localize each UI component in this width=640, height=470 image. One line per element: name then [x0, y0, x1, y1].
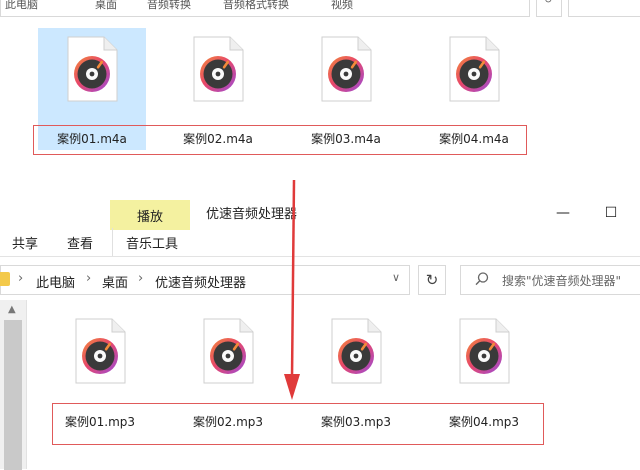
- file-item[interactable]: 案例01.mp3: [52, 312, 148, 429]
- minimize-icon: —: [556, 205, 570, 221]
- mp3-files-highlight-box: [52, 403, 544, 445]
- maximize-button[interactable]: ☐: [598, 202, 624, 224]
- music-disc-file-icon: [192, 36, 244, 102]
- top-address-bar[interactable]: 此电脑 桌面 音频转换 音频格式转换 视频: [0, 0, 530, 17]
- scrollbar-thumb[interactable]: [4, 320, 22, 470]
- file-item[interactable]: 案例03.m4a: [298, 30, 394, 146]
- top-breadcrumb-1: 此电脑: [5, 0, 38, 11]
- file-item[interactable]: 案例02.mp3: [180, 312, 276, 429]
- tab-play-label: 播放: [136, 209, 163, 225]
- tab-play[interactable]: 播放: [110, 200, 190, 230]
- music-disc-file-icon: [320, 36, 372, 102]
- search-icon: [475, 272, 489, 286]
- top-refresh-button[interactable]: ↻: [536, 0, 562, 17]
- down-arrow-annotation: [284, 179, 300, 400]
- top-breadcrumb-4: 音频格式转换: [223, 0, 289, 11]
- refresh-icon: ↻: [544, 0, 553, 6]
- music-disc-file-icon: [66, 36, 118, 102]
- m4a-files-highlight-box: [33, 125, 527, 155]
- folder-icon: [0, 272, 10, 286]
- minimize-button[interactable]: —: [550, 202, 576, 224]
- search-placeholder: 搜索"优速音频处理器": [502, 274, 622, 288]
- scroll-up-icon[interactable]: ▲: [8, 304, 16, 315]
- file-item[interactable]: 案例03.mp3: [308, 312, 404, 429]
- music-disc-file-icon: [458, 318, 510, 384]
- music-disc-file-icon: [74, 318, 126, 384]
- music-disc-file-icon: [202, 318, 254, 384]
- refresh-button[interactable]: ↻: [418, 265, 446, 295]
- ribbon-divider: [112, 228, 113, 256]
- top-breadcrumb-5: 视频: [331, 0, 353, 11]
- address-dropdown-icon[interactable]: ∨: [392, 271, 400, 284]
- tab-music-tools[interactable]: 音乐工具: [126, 233, 178, 252]
- tab-view[interactable]: 查看: [67, 233, 93, 252]
- file-item[interactable]: 案例02.m4a: [170, 30, 266, 146]
- refresh-icon: ↻: [425, 271, 439, 289]
- breadcrumb-this-pc[interactable]: 此电脑: [36, 272, 75, 291]
- ribbon: [0, 192, 640, 257]
- maximize-icon: ☐: [604, 205, 618, 221]
- file-item[interactable]: 案例01.m4a: [44, 30, 140, 146]
- breadcrumb-separator: ›: [18, 271, 24, 286]
- breadcrumb-desktop[interactable]: 桌面: [102, 272, 128, 291]
- top-search-box[interactable]: [568, 0, 640, 17]
- breadcrumb-folder[interactable]: 优速音频处理器: [155, 272, 246, 291]
- top-breadcrumb-2: 桌面: [95, 0, 117, 11]
- music-disc-file-icon: [448, 36, 500, 102]
- breadcrumb-separator: ›: [138, 271, 144, 286]
- file-item[interactable]: 案例04.mp3: [436, 312, 532, 429]
- music-disc-file-icon: [330, 318, 382, 384]
- tab-share[interactable]: 共享: [12, 233, 38, 252]
- top-breadcrumb-3: 音频转换: [147, 0, 191, 11]
- breadcrumb-separator: ›: [86, 271, 92, 286]
- file-item[interactable]: 案例04.m4a: [426, 30, 522, 146]
